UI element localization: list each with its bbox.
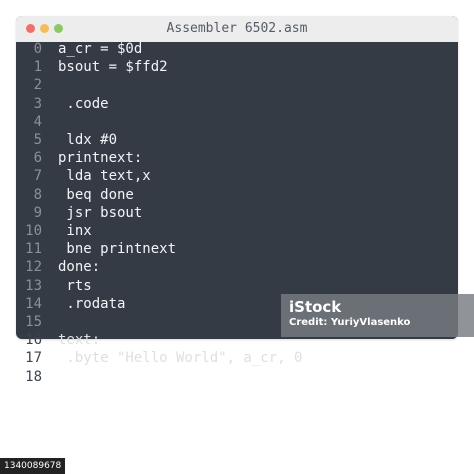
code-line[interactable]: 3 .code [16,95,109,113]
code-line[interactable]: 10 inx [16,222,92,240]
code-line[interactable]: 15 [16,313,58,331]
line-code: bne printnext [58,241,177,258]
title-bar: Assembler 6502.asm [16,16,458,42]
line-number: 2 [33,77,42,94]
code-line[interactable]: 5 ldx #0 [16,131,117,149]
window-title: Assembler 6502.asm [166,21,308,36]
line-code: printnext: [58,150,143,167]
line-number: 18 [25,368,42,385]
code-line[interactable]: 1 bsout = $ffd2 [16,58,168,76]
code-line[interactable]: 9 jsr bsout [16,204,143,222]
line-code: bsout = $ffd2 [58,59,168,76]
line-code: lda text,x [58,168,151,185]
line-number: 15 [25,314,42,330]
line-number: 1 [33,59,42,76]
stock-id: 1340089678 [0,458,66,474]
line-code: .byte "Hello World", a_cr, 0 [58,350,303,367]
code-line[interactable]: 13 rts [16,277,92,295]
line-number: 8 [33,186,42,203]
line-number: 0 [33,41,42,57]
line-number: 10 [25,223,42,239]
line-code: rts [58,277,92,294]
line-number: 13 [25,277,42,294]
line-number: 16 [25,332,42,349]
code-line[interactable]: 18 [16,368,58,386]
line-number: 6 [33,150,42,167]
code-line[interactable]: 12 done: [16,258,100,276]
line-number: 5 [33,132,42,148]
line-number: 14 [25,295,42,312]
line-code: .code [58,95,109,112]
line-code: ldx #0 [58,132,118,148]
line-number: 11 [25,241,42,258]
line-code: text: [58,332,101,349]
code-line[interactable]: 6 printnext: [16,149,143,167]
code-line[interactable]: 8 beq done [16,186,134,204]
watermark: iStock Credit: YuriyVlasenko [281,294,474,337]
code-line[interactable]: 2 [16,76,58,94]
line-number: 4 [33,113,42,130]
line-number: 7 [33,168,42,185]
line-code: .rodata [58,295,126,312]
code-line[interactable]: 11 bne printnext [16,240,176,258]
code-line[interactable]: 14 .rodata [16,295,125,313]
line-number: 9 [33,204,42,221]
line-code: a_cr = $0d [58,41,143,57]
line-code: jsr bsout [58,204,143,221]
watermark-credit: Credit: YuriyVlasenko [289,317,411,328]
code-line[interactable]: 0 a_cr = $0d [16,40,143,58]
line-code: inx [58,223,92,239]
line-code: beq done [58,186,134,203]
line-number: 3 [33,95,42,112]
line-number: 12 [25,259,42,276]
code-line[interactable]: 7 lda text,x [16,167,151,185]
line-code: done: [58,259,101,276]
watermark-logo: iStock [289,298,342,316]
line-number: 17 [25,350,42,367]
code-line[interactable]: 4 [16,113,58,131]
code-line[interactable]: 16 text: [16,331,100,349]
code-line[interactable]: 17 .byte "Hello World", a_cr, 0 [16,349,302,367]
